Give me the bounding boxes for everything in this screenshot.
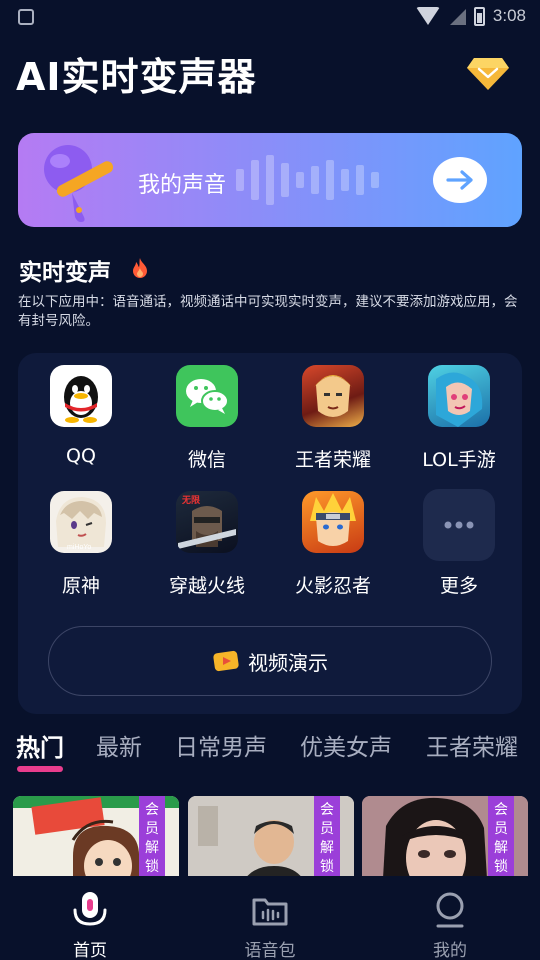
more-icon xyxy=(423,489,495,561)
app-item-genshin[interactable]: miHoYo 原神 xyxy=(18,479,144,597)
status-time: 3:08 xyxy=(492,6,526,25)
voice-pack-list: 会员解锁 会员解锁 会员解锁 xyxy=(0,796,540,876)
signal-icon xyxy=(448,7,466,25)
app-item-lol-mobile[interactable]: LOL手游 xyxy=(396,353,522,471)
video-play-icon xyxy=(213,650,239,672)
my-voice-banner[interactable]: 我的声音 xyxy=(18,133,522,227)
category-tabs: 热门 最新 日常男声 优美女声 王者荣耀 xyxy=(0,726,540,776)
nav-item-voice-pack[interactable]: 语音包 xyxy=(180,876,360,960)
my-voice-arrow-button[interactable] xyxy=(433,157,487,203)
nav-item-profile[interactable]: 我的 xyxy=(360,876,540,960)
vip-diamond-icon[interactable] xyxy=(466,56,510,92)
profile-icon xyxy=(436,892,464,928)
voice-pack-card[interactable]: 会员解锁 xyxy=(188,796,354,876)
app-label: LOL手游 xyxy=(422,449,496,471)
tab-daily-male[interactable]: 日常男声 xyxy=(175,728,267,762)
app-item-naruto[interactable]: 火影忍者 xyxy=(270,479,396,597)
battery-icon xyxy=(473,6,485,26)
tab-active-indicator xyxy=(17,766,63,772)
qq-icon xyxy=(50,365,112,427)
app-item-crossfire[interactable]: 无限 穿越火线 xyxy=(144,479,270,597)
fire-icon xyxy=(133,258,147,278)
nav-label: 我的 xyxy=(433,941,467,960)
voice-pack-card[interactable]: 会员解锁 xyxy=(362,796,528,876)
app-label: 王者荣耀 xyxy=(294,449,371,471)
vip-unlock-badge: 会员解锁 xyxy=(139,796,165,876)
app-label: 微信 xyxy=(187,449,226,471)
my-voice-label: 我的声音 xyxy=(138,173,227,198)
genshin-icon: miHoYo xyxy=(50,491,112,553)
video-demo-label: 视频演示 xyxy=(248,650,328,675)
app-label: 更多 xyxy=(439,575,478,597)
app-item-qq[interactable]: QQ xyxy=(18,353,144,469)
status-bar: 3:08 xyxy=(0,0,540,36)
crossfire-icon: 无限 xyxy=(176,491,238,553)
voice-pack-card[interactable]: 会员解锁 xyxy=(13,796,179,876)
nav-item-home[interactable]: 首页 xyxy=(0,876,180,960)
microphone-icon xyxy=(73,892,107,926)
wifi-icon xyxy=(415,7,440,25)
voice-pack-icon xyxy=(252,898,288,926)
notification-icon xyxy=(18,9,34,25)
waveform-decoration xyxy=(236,155,379,205)
honor-of-kings-icon xyxy=(302,365,364,427)
nav-label: 首页 xyxy=(73,941,107,960)
app-label: 穿越火线 xyxy=(168,575,245,597)
app-item-wechat[interactable]: 微信 xyxy=(144,353,270,471)
app-label: 原神 xyxy=(61,575,100,597)
vip-unlock-badge: 会员解锁 xyxy=(314,796,340,876)
arrow-right-icon xyxy=(446,170,473,190)
realtime-voice-title: 实时变声 xyxy=(19,260,111,286)
tab-latest[interactable]: 最新 xyxy=(96,728,142,762)
page-title: AI实时变声器 xyxy=(16,55,257,99)
video-demo-button[interactable]: 视频演示 xyxy=(48,626,492,696)
app-item-more[interactable]: 更多 xyxy=(396,479,522,597)
app-item-honor-of-kings[interactable]: 王者荣耀 xyxy=(270,353,396,471)
tab-female[interactable]: 优美女声 xyxy=(300,728,392,762)
naruto-icon xyxy=(302,491,364,553)
vip-unlock-badge: 会员解锁 xyxy=(488,796,514,876)
tab-hot[interactable]: 热门 xyxy=(16,728,64,763)
tab-honor-of-kings[interactable]: 王者荣耀 xyxy=(426,728,518,762)
svg-text:miHoYo: miHoYo xyxy=(67,544,91,551)
lol-mobile-icon xyxy=(428,365,490,427)
app-label: 火影忍者 xyxy=(294,575,371,597)
nav-label: 语音包 xyxy=(244,941,296,960)
bottom-navigation: 首页 语音包 我的 xyxy=(0,876,540,960)
supported-apps-card: QQ 微信 王者荣耀 LOL手游 miHoYo 原神 无限 穿越火线 火影忍者 … xyxy=(18,353,522,714)
realtime-voice-description: 在以下应用中：语音通话，视频通话中可实现实时变声，建议不要添加游戏应用，会有封号… xyxy=(18,294,518,329)
app-label: QQ xyxy=(66,445,96,467)
wechat-icon xyxy=(176,365,238,427)
svg-text:无限: 无限 xyxy=(181,495,201,505)
microphone-decoration-icon xyxy=(44,145,114,222)
